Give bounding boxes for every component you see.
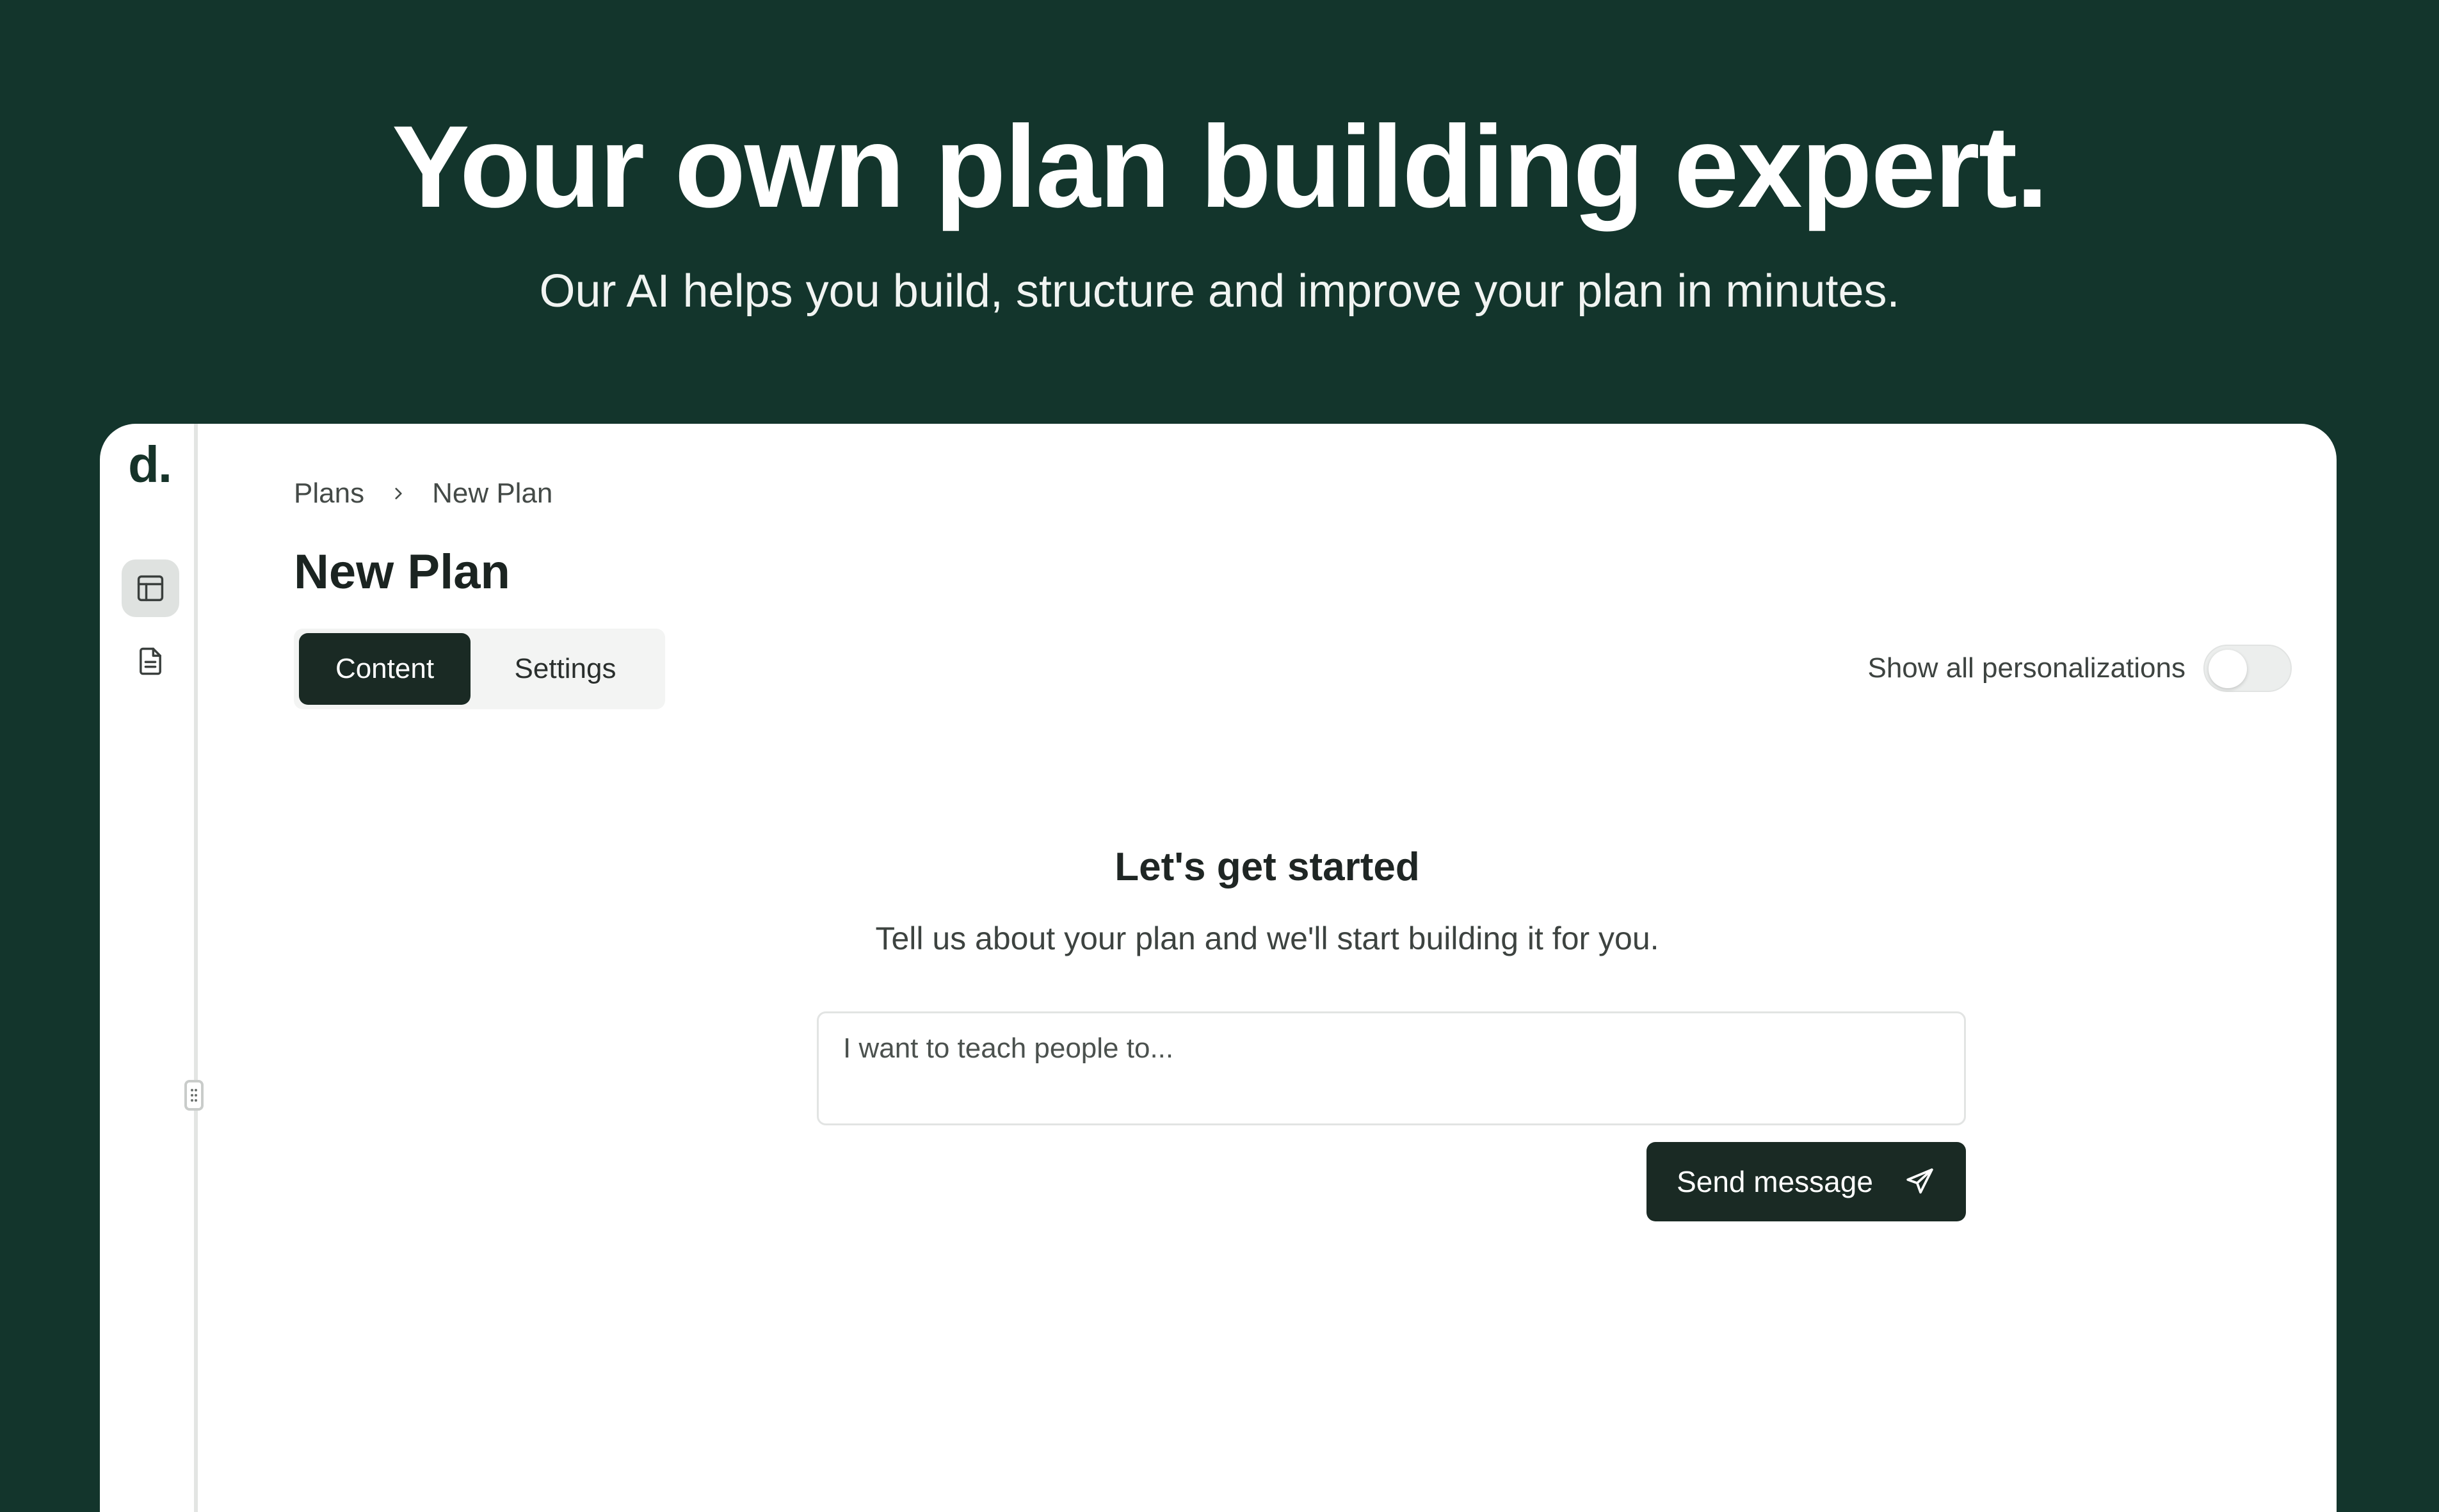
send-icon — [1906, 1168, 1933, 1194]
tab-bar: Content Settings — [294, 629, 665, 709]
document-icon — [140, 647, 161, 675]
app-window: d. Plans New Plan New Plan Content Setti… — [100, 424, 2337, 1512]
personalizations-toggle[interactable] — [2203, 645, 2292, 692]
toggle-knob — [2209, 650, 2247, 688]
get-started-description: Tell us about your plan and we'll start … — [875, 921, 1659, 956]
get-started-title: Let's get started — [1115, 845, 1420, 889]
sidebar-item-documents[interactable] — [122, 632, 179, 690]
get-started-section: Let's get started Tell us about your pla… — [198, 839, 2337, 964]
chevron-right-icon — [390, 485, 406, 502]
breadcrumb-item-plans[interactable]: Plans — [294, 478, 364, 510]
page-title: New Plan — [294, 545, 510, 599]
sidebar: d. — [100, 424, 198, 1512]
main-content: Plans New Plan New Plan Content Settings… — [198, 424, 2337, 1512]
hero-subtitle: Our AI helps you build, structure and im… — [539, 266, 1900, 317]
hero-title: Your own plan building expert. — [392, 101, 2049, 232]
sidebar-item-plans[interactable] — [122, 559, 179, 617]
prompt-input-container — [817, 1011, 1966, 1125]
breadcrumb-item-current: New Plan — [432, 478, 553, 509]
breadcrumb: Plans New Plan — [294, 478, 552, 510]
logo[interactable]: d. — [128, 435, 172, 494]
personalizations-label: Show all personalizations — [1867, 652, 2185, 684]
tab-content[interactable]: Content — [299, 633, 471, 705]
send-message-label: Send message — [1677, 1165, 1873, 1198]
tab-settings[interactable]: Settings — [471, 633, 660, 705]
layout-icon — [137, 575, 164, 602]
send-message-button[interactable]: Send message — [1646, 1142, 1966, 1221]
grip-icon — [191, 1089, 197, 1102]
personalizations-control: Show all personalizations — [1867, 645, 2292, 692]
prompt-input[interactable] — [843, 1033, 1940, 1104]
